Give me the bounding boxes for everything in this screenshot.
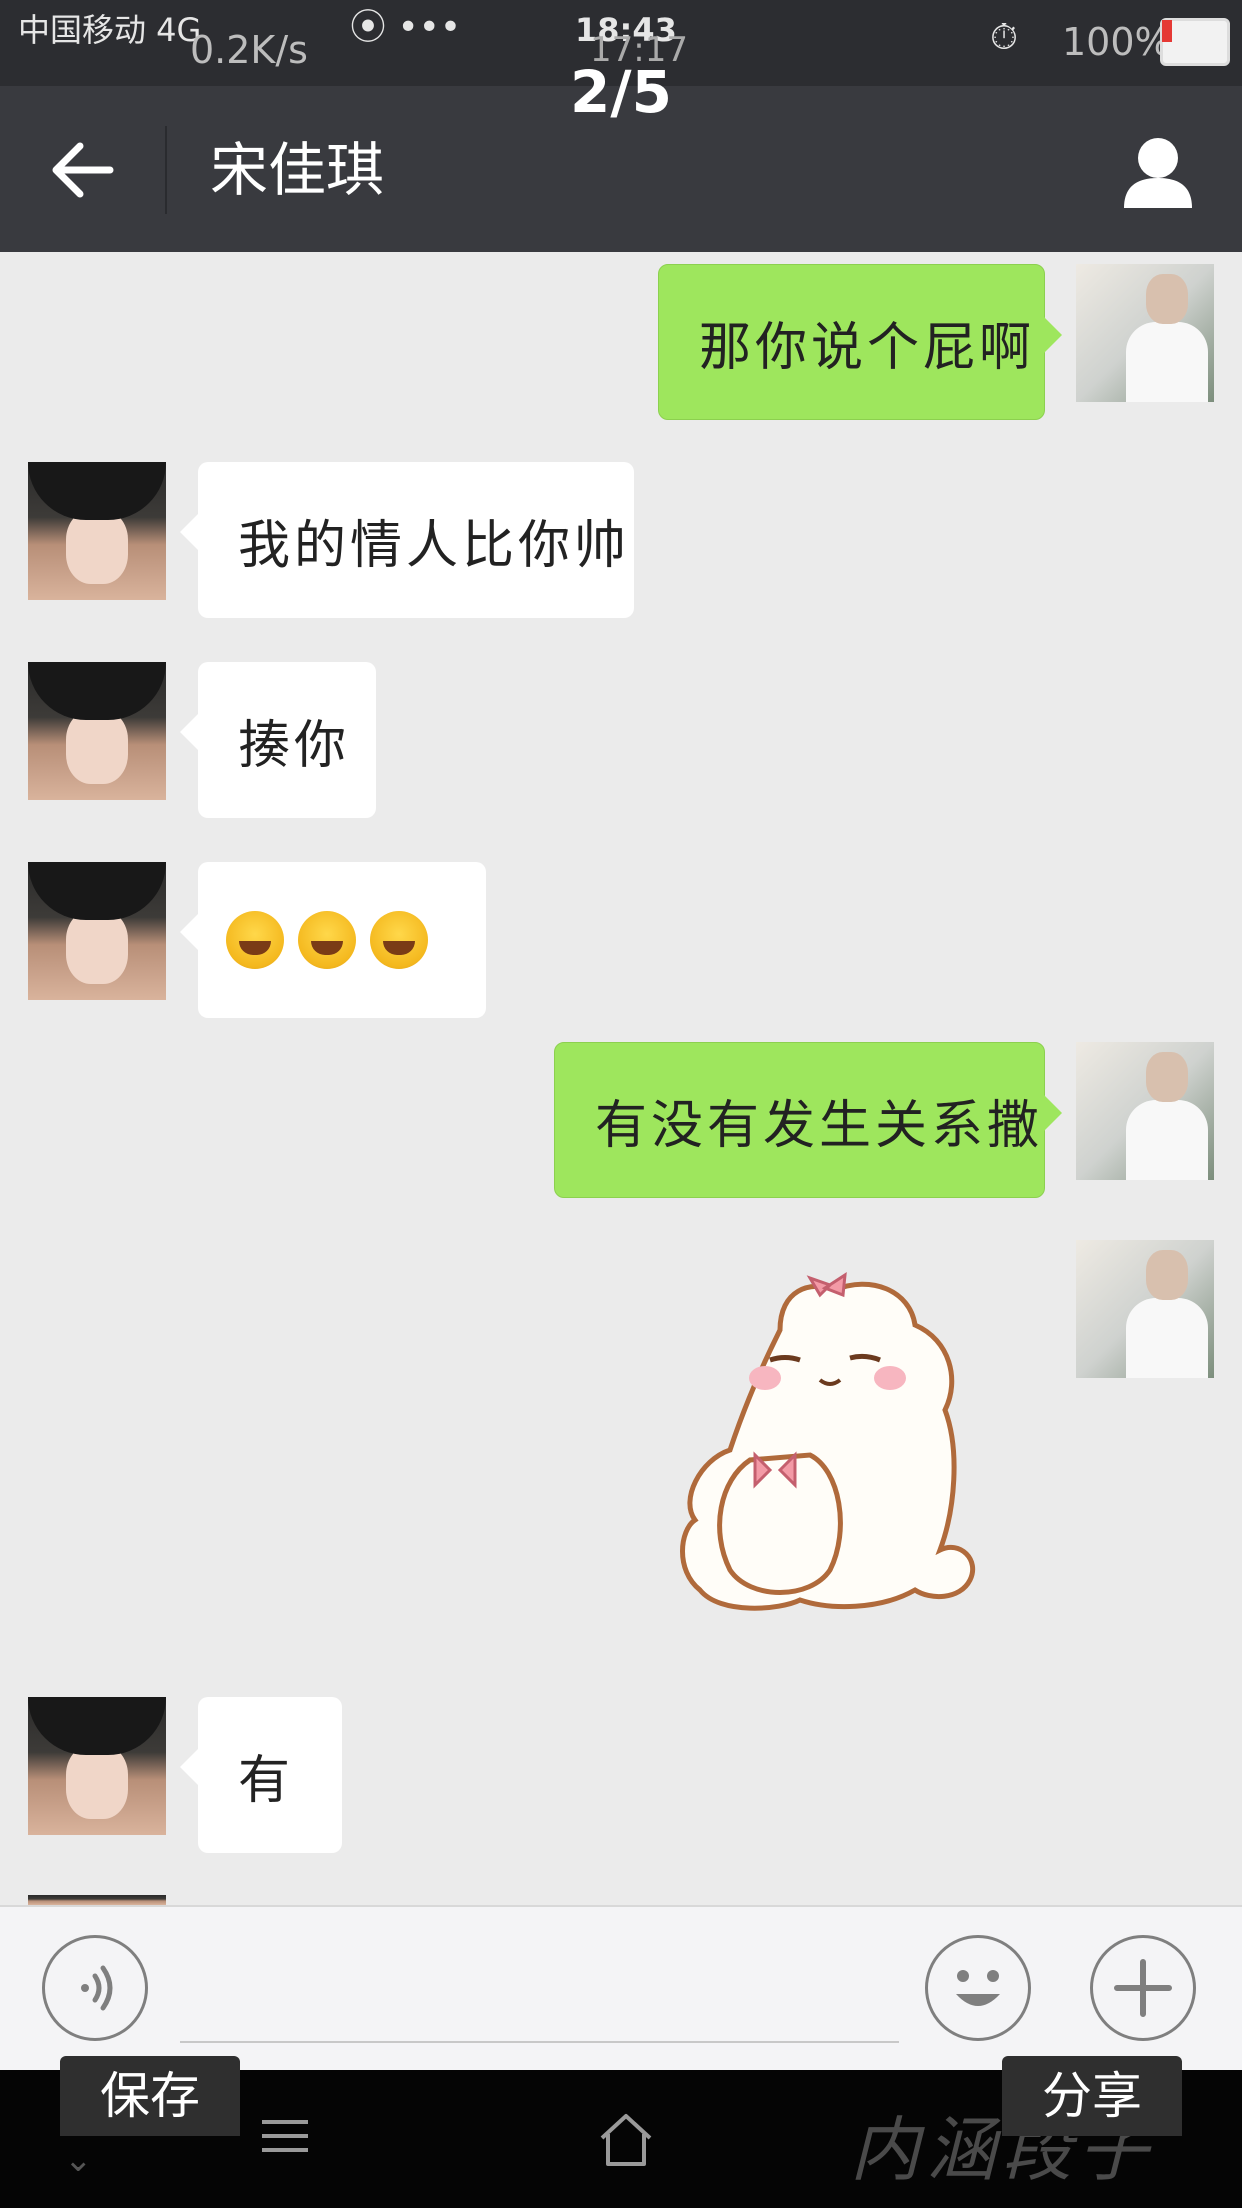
grin-emoji xyxy=(226,911,284,969)
message-bubble-received[interactable]: 有 xyxy=(180,1697,342,1853)
photo-counter: 2/5 xyxy=(570,58,672,126)
voice-icon xyxy=(81,1965,113,2011)
smiley-icon xyxy=(956,1970,1000,2006)
contact-avatar-partial xyxy=(28,1895,166,1905)
contact-avatar[interactable] xyxy=(28,662,166,800)
grin-emoji xyxy=(370,911,428,969)
message-input[interactable] xyxy=(180,1937,899,2043)
contact-avatar[interactable] xyxy=(28,1697,166,1835)
emoji-button[interactable] xyxy=(925,1935,1031,2041)
battery-percent: 100% xyxy=(1062,20,1171,64)
message-bubble-sent[interactable]: 那你说个屁啊 xyxy=(658,264,1062,420)
save-button[interactable]: 保存 xyxy=(60,2056,240,2136)
my-avatar[interactable] xyxy=(1076,264,1214,402)
back-arrow-icon xyxy=(52,142,114,198)
back-button[interactable] xyxy=(40,130,130,210)
message-bubble-sent[interactable]: 有没有发生关系撒 xyxy=(554,1042,1062,1198)
chat-title: 宋佳琪 xyxy=(210,136,385,204)
notification-icons: ⦿ ••• xyxy=(350,7,462,48)
carrier-label: 中国移动 4G xyxy=(18,11,202,49)
home-icon[interactable] xyxy=(596,2110,656,2170)
person-icon xyxy=(1124,138,1192,208)
menu-icon[interactable] xyxy=(260,2116,310,2156)
image-viewer-toolbar: 保存 ⌄ 内涵段子 分享 xyxy=(0,2056,1242,2208)
alarm-icon: ⏱ xyxy=(990,17,1019,58)
message-bubble-received[interactable]: 揍你 xyxy=(180,662,376,818)
header-divider xyxy=(165,126,167,214)
profile-button[interactable] xyxy=(1118,132,1198,212)
chat-input-bar xyxy=(0,1905,1242,2072)
voice-input-button[interactable] xyxy=(42,1935,148,2041)
contact-avatar[interactable] xyxy=(28,462,166,600)
plus-icon xyxy=(1114,1959,1172,2017)
cat-sticker[interactable] xyxy=(660,1270,1020,1620)
chevron-down-icon: ⌄ xyxy=(64,2140,93,2180)
grin-emoji xyxy=(298,911,356,969)
more-actions-button[interactable] xyxy=(1090,1935,1196,2041)
my-avatar[interactable] xyxy=(1076,1240,1214,1378)
message-bubble-received[interactable] xyxy=(180,862,486,1018)
my-avatar[interactable] xyxy=(1076,1042,1214,1180)
share-button[interactable]: 分享 xyxy=(1002,2056,1182,2136)
message-bubble-received[interactable]: 我的情人比你帅 xyxy=(180,462,634,618)
contact-avatar[interactable] xyxy=(28,862,166,1000)
